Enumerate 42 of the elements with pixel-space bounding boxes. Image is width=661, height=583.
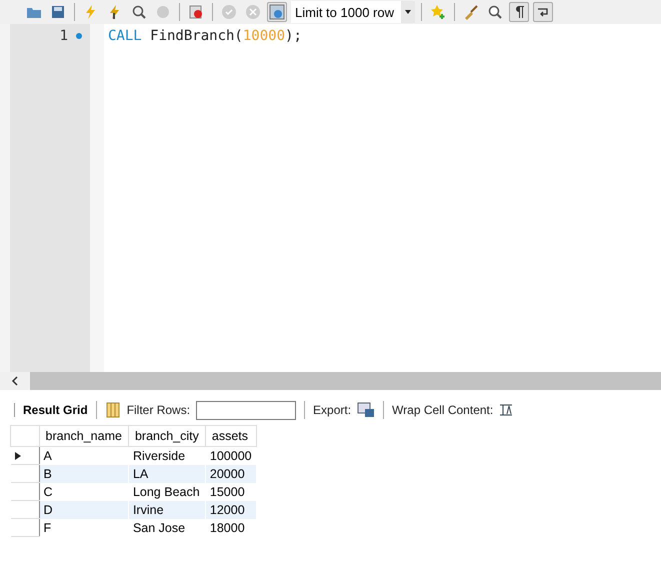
cancel-icon	[245, 4, 261, 20]
horizontal-scrollbar[interactable]	[0, 372, 661, 390]
broom-icon	[463, 4, 479, 20]
toggle-icon	[269, 4, 285, 20]
wrap-cell-icon[interactable]	[499, 403, 514, 417]
magnifier-icon	[131, 4, 147, 20]
wrap-button[interactable]	[533, 2, 553, 22]
export-icon[interactable]	[357, 402, 376, 418]
code-line: CALL FindBranch(10000);	[108, 28, 303, 44]
limit-select[interactable]: Limit to 1000 row	[291, 1, 415, 23]
filter-label: Filter Rows:	[126, 403, 190, 417]
table-cell: D	[39, 500, 128, 518]
table-cell: Irvine	[128, 500, 206, 518]
scroll-left-icon[interactable]	[11, 376, 19, 386]
check-button[interactable]	[219, 2, 239, 22]
table-cell: B	[39, 464, 128, 482]
table-cell: F	[39, 518, 128, 536]
table-cell: C	[39, 482, 128, 500]
stop-icon	[188, 4, 204, 20]
export-label: Export:	[313, 403, 352, 417]
column-header[interactable]: branch_city	[128, 426, 206, 446]
toggle-button[interactable]	[267, 2, 287, 22]
wrap-label: Wrap Cell Content:	[392, 403, 494, 417]
current-row-icon	[14, 452, 20, 460]
caret-icon	[405, 10, 411, 14]
table-cell: 12000	[205, 500, 256, 518]
search-text-icon	[487, 4, 503, 20]
column-header[interactable]: assets	[205, 426, 256, 446]
column-header[interactable]: branch_name	[39, 426, 128, 446]
filter-field[interactable]	[196, 400, 296, 420]
pilcrow-button[interactable]	[509, 2, 529, 22]
line-number: 1	[60, 28, 68, 44]
check-icon	[221, 4, 237, 20]
table-cell: LA	[128, 464, 206, 482]
table-cell: A	[39, 446, 128, 464]
table-cell: 20000	[205, 464, 256, 482]
table-cell: Long Beach	[128, 482, 206, 500]
header-cell	[10, 426, 39, 446]
star-add-icon	[430, 4, 446, 20]
result-grid-tab[interactable]: Result Grid	[14, 403, 88, 417]
grid-icon[interactable]	[104, 402, 121, 418]
save-icon	[50, 4, 66, 20]
